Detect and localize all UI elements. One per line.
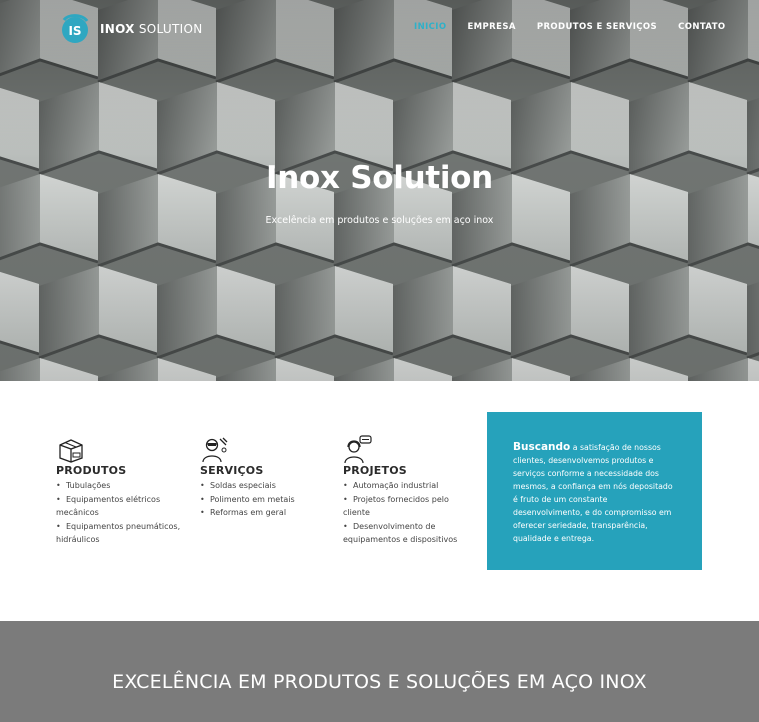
support-agent-icon [344, 435, 372, 464]
hero-title: Inox Solution [266, 160, 493, 196]
welder-icon [202, 437, 228, 463]
feature-servicos: SERVIÇOS • Soldas especiais • Polimento em… [200, 434, 325, 520]
banner-title: EXCELÊNCIA EM PRODUTOS E SOLUÇÕES EM AÇO… [112, 671, 647, 693]
list-item: • Polimento em metais [200, 494, 295, 504]
feature-title: PROJETOS [343, 464, 407, 477]
main-nav: INICIO EMPRESA PRODUTOS E SERVIÇOS CONTA… [414, 22, 747, 32]
list-item: • Automação industrial [343, 481, 439, 490]
logo-text-bold: INOX [100, 22, 135, 36]
banner-section: EXCELÊNCIA EM PRODUTOS E SOLUÇÕES EM AÇO… [0, 621, 759, 722]
about-text: a satisfação de nossos clientes, desenvo… [513, 443, 673, 543]
hero-subtitle: Excelência em produtos e soluções em aço… [265, 215, 494, 226]
about-lead: Buscando [513, 441, 571, 453]
nav-item-contato[interactable]: CONTATO [678, 22, 725, 32]
logo-mark-letters: IS [68, 24, 81, 38]
feature-projetos: PROJETOS • Automação industrial • Projetos… [343, 434, 465, 547]
logo[interactable]: IS INOX SOLUTION [58, 12, 202, 46]
feature-list: • Automação industrial • Projetos fornecid… [343, 479, 465, 547]
logo-mark-icon: IS [62, 14, 89, 43]
feature-title: PRODUTOS [56, 464, 127, 477]
list-item: • Reformas em geral [200, 508, 287, 517]
feature-title: SERVIÇOS [200, 464, 264, 477]
nav-item-empresa[interactable]: EMPRESA [467, 22, 515, 32]
box-icon [59, 439, 83, 463]
feature-list: • Soldas especiais • Polimento em metais •… [200, 479, 325, 520]
list-item: • Equipamentos elétricos mecânicos [56, 494, 161, 518]
list-item: • Tubulações [56, 481, 111, 490]
list-item: • Equipamentos pneumáticos, hidráulicos [56, 521, 181, 545]
feature-list: • Tubulações • Equipamentos elétricos mecâ… [56, 479, 186, 547]
list-item: • Soldas especiais [200, 481, 276, 490]
feature-produtos: PRODUTOS • Tubulações • Equipamentos elétr… [56, 434, 186, 547]
logo-text: INOX SOLUTION [100, 22, 202, 36]
list-item: • Projetos fornecidos pelo cliente [343, 494, 449, 518]
nav-item-inicio[interactable]: INICIO [414, 22, 446, 32]
nav-item-produtos-servicos[interactable]: PRODUTOS E SERVIÇOS [537, 22, 657, 32]
logo-text-rest: SOLUTION [134, 22, 203, 36]
about-box: Buscando a satisfação de nossos clientes… [487, 412, 702, 570]
list-item: • Desenvolvimento de equipamentos e dispo… [343, 521, 458, 545]
hero-section: IS INOX SOLUTION INICIO EMPRESA PRODUTOS… [0, 0, 759, 381]
